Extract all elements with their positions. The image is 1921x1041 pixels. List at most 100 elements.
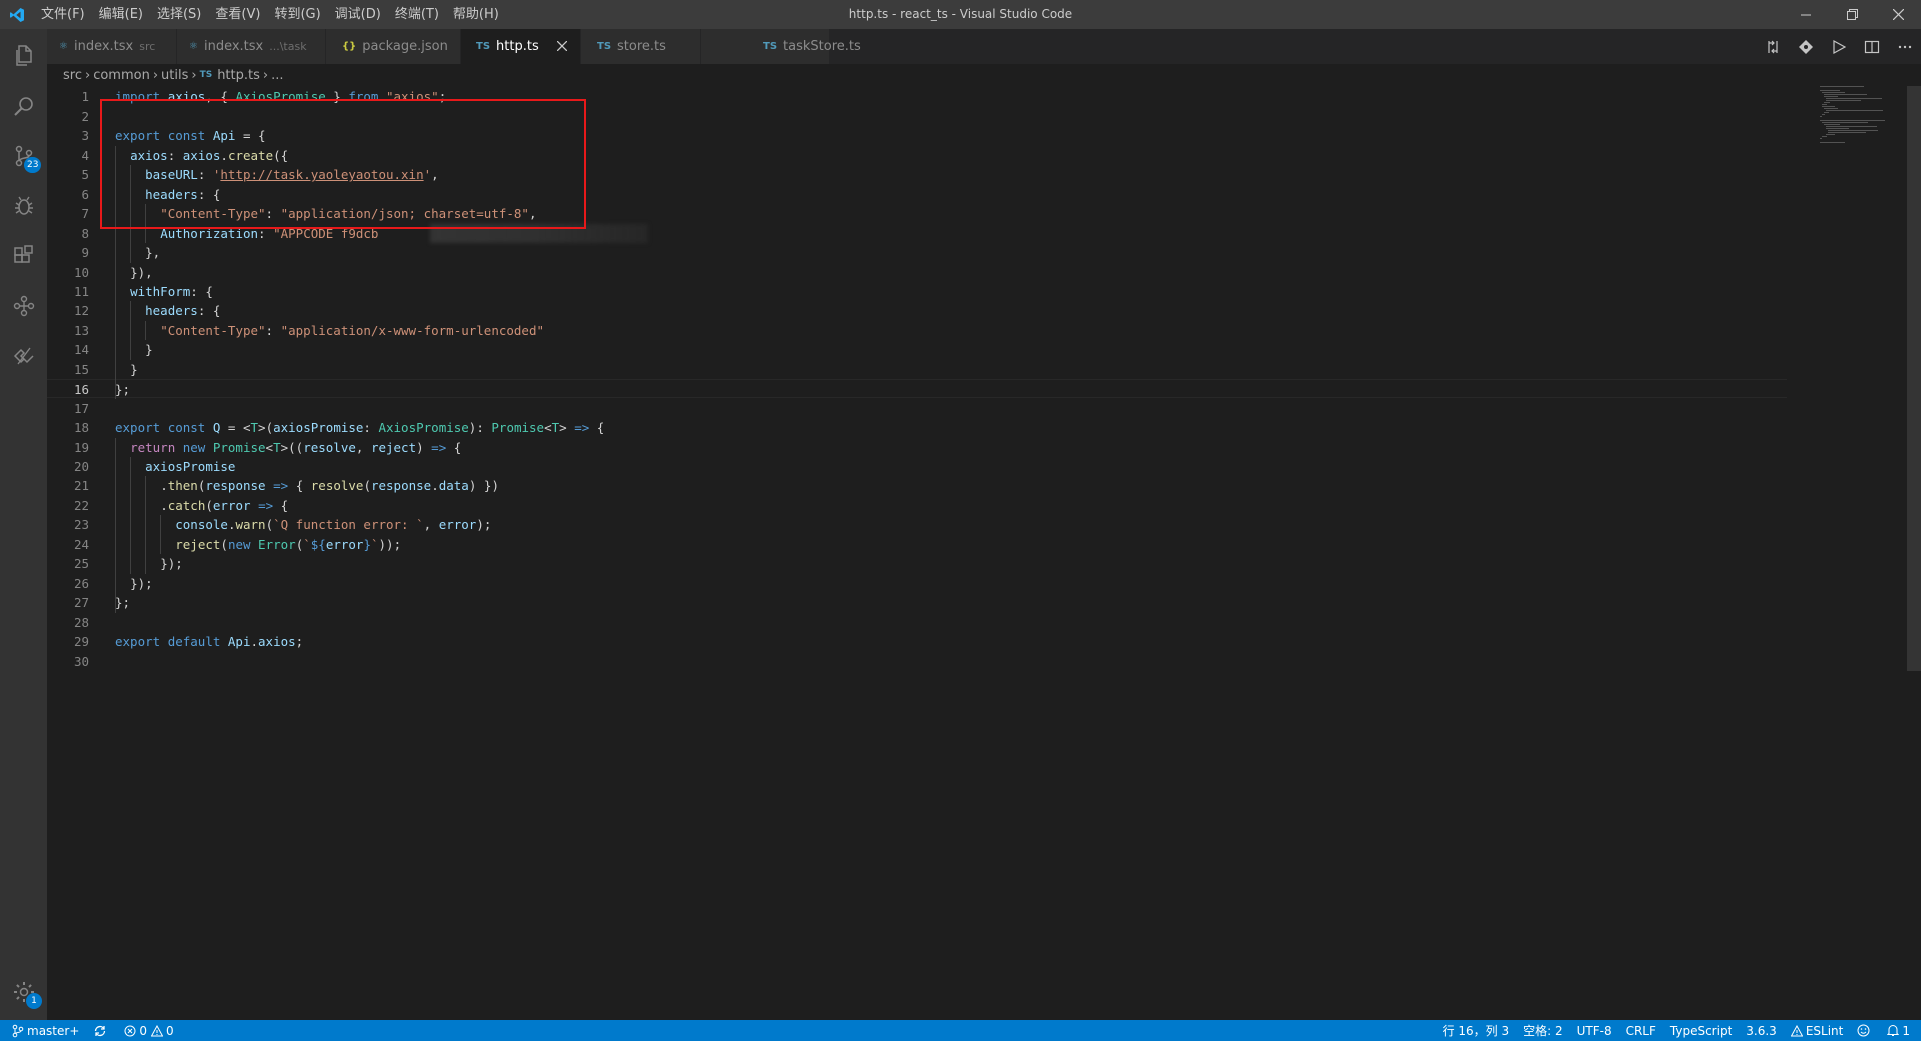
tab-store-ts[interactable]: TS store.ts: [581, 29, 701, 64]
search-button[interactable]: [0, 81, 47, 131]
code-line[interactable]: 19 return new Promise<T>((resolve, rejec…: [47, 438, 1787, 457]
minimap-line: [1820, 90, 1840, 91]
code-line[interactable]: 30: [47, 652, 1787, 671]
explorer-button[interactable]: [0, 31, 47, 81]
line-number: 12: [73, 303, 89, 319]
run-button[interactable]: [1822, 29, 1855, 64]
minimap-line: [1826, 126, 1877, 127]
code-line[interactable]: 21 .then(response => { resolve(response.…: [47, 476, 1787, 495]
ts-icon: TS: [476, 41, 491, 52]
line-code: console.warn(`Q function error: `, error…: [175, 517, 492, 533]
code-line[interactable]: 28: [47, 613, 1787, 632]
code-line[interactable]: 13 "Content-Type": "application/x-www-fo…: [47, 321, 1787, 340]
code-editor[interactable]: 1 import axios, { AxiosPromise } from "ax…: [47, 86, 1907, 1020]
menu-selection[interactable]: 选择(S): [150, 0, 208, 29]
tab-label: http.ts: [496, 39, 539, 54]
more-actions-button[interactable]: [1888, 29, 1921, 64]
line-number: 27: [73, 595, 89, 611]
code-line[interactable]: 26 });: [47, 574, 1787, 593]
tab-package-json[interactable]: {} package.json: [326, 29, 461, 64]
menu-view[interactable]: 查看(V): [208, 0, 267, 29]
breadcrumb-item-utils[interactable]: utils: [161, 68, 188, 83]
close-tab-button[interactable]: [554, 38, 570, 54]
minimap-line: [1822, 92, 1845, 93]
chevron-right-icon: ›: [84, 67, 91, 83]
live-share-button[interactable]: [0, 331, 47, 381]
branch-status[interactable]: master+: [10, 1020, 86, 1041]
tab-label: index.tsx: [73, 39, 134, 54]
line-number: 4: [81, 147, 89, 163]
notifications-button[interactable]: 1: [1880, 1020, 1917, 1041]
code-line[interactable]: 11 withForm: {: [47, 282, 1787, 301]
indentation[interactable]: 空格: 2: [1516, 1020, 1570, 1041]
restore-icon: [1846, 9, 1858, 20]
minimap[interactable]: [1820, 86, 1920, 156]
menu-help[interactable]: 帮助(H): [446, 0, 506, 29]
menu-edit[interactable]: 编辑(E): [92, 0, 150, 29]
end-of-line[interactable]: CRLF: [1619, 1020, 1663, 1041]
code-line[interactable]: 23 console.warn(`Q function error: `, er…: [47, 515, 1787, 534]
eslint-status[interactable]: ESLint: [1784, 1020, 1851, 1041]
line-number: 17: [73, 400, 89, 416]
menu-go[interactable]: 转到(G): [267, 0, 327, 29]
code-line[interactable]: 17: [47, 399, 1787, 418]
code-line[interactable]: 29 export default Api.axios;: [47, 632, 1787, 651]
warning-icon: [1790, 1024, 1803, 1036]
remote-explorer-button[interactable]: [0, 281, 47, 331]
minimap-line: [1822, 122, 1868, 123]
menu-bar: 文件(F) 编辑(E) 选择(S) 查看(V) 转到(G) 调试(D) 终端(T…: [34, 0, 506, 29]
manage-button[interactable]: 1: [0, 967, 47, 1017]
tab-http-ts[interactable]: TS http.ts: [461, 29, 581, 64]
split-editor-button[interactable]: [1855, 29, 1888, 64]
restore-button[interactable]: [1829, 0, 1875, 29]
tab-taskstore-ts[interactable]: TS taskStore.ts: [701, 29, 861, 64]
chevron-right-icon: ›: [262, 67, 269, 83]
feedback-button[interactable]: [1850, 1020, 1880, 1041]
line-number: 23: [73, 517, 89, 533]
typescript-version[interactable]: 3.6.3: [1739, 1020, 1784, 1041]
breadcrumb-item-file[interactable]: http.ts: [217, 68, 260, 83]
split-editor-icon: [1864, 40, 1879, 53]
breadcrumb-item-symbols[interactable]: ...: [271, 68, 283, 83]
code-line[interactable]: 16};: [47, 379, 1787, 399]
menu-terminal[interactable]: 终端(T): [388, 0, 446, 29]
code-line[interactable]: 20 axiosPromise: [47, 457, 1787, 476]
sync-button[interactable]: [86, 1020, 117, 1041]
code-line[interactable]: 9 },: [47, 243, 1787, 262]
code-line[interactable]: 14 }: [47, 340, 1787, 359]
code-line[interactable]: 15 }: [47, 360, 1787, 379]
language-mode[interactable]: TypeScript: [1663, 1020, 1739, 1041]
settings-badge: 1: [26, 993, 42, 1009]
code-line[interactable]: 25 });: [47, 554, 1787, 573]
extensions-button[interactable]: [0, 231, 47, 281]
debug-button[interactable]: [0, 181, 47, 231]
code-line[interactable]: 27};: [47, 593, 1787, 612]
open-changes-button[interactable]: [1756, 29, 1789, 64]
line-code: }: [145, 342, 153, 358]
menu-debug[interactable]: 调试(D): [328, 0, 388, 29]
breadcrumb-item-common[interactable]: common: [93, 68, 150, 83]
code-line[interactable]: 18 export const Q = <T>(axiosPromise: Axi…: [47, 418, 1787, 437]
menu-file[interactable]: 文件(F): [34, 0, 92, 29]
vscode-logo-icon[interactable]: [0, 0, 34, 29]
close-window-button[interactable]: [1875, 0, 1921, 29]
tab-index-tsx-task[interactable]: ⚛ index.tsx ...\task: [177, 29, 326, 64]
scrollbar-thumb[interactable]: [1907, 86, 1921, 671]
minimap-line: [1828, 130, 1878, 131]
vertical-scrollbar[interactable]: [1907, 86, 1921, 1020]
code-line[interactable]: 10 }),: [47, 263, 1787, 282]
code-line[interactable]: 24 reject(new Error(`${error}`));: [47, 535, 1787, 554]
minimap-line: [1828, 132, 1866, 133]
files-icon: [15, 45, 32, 66]
git-lens-button[interactable]: [1789, 29, 1822, 64]
encoding[interactable]: UTF-8: [1570, 1020, 1619, 1041]
breadcrumb-item-src[interactable]: src: [63, 68, 82, 83]
tab-index-tsx-src[interactable]: ⚛ index.tsx src: [47, 29, 177, 64]
code-line[interactable]: 22 .catch(error => {: [47, 496, 1787, 515]
minimap-line: [1824, 96, 1838, 97]
code-line[interactable]: 12 headers: {: [47, 301, 1787, 320]
cursor-position[interactable]: 行 16，列 3: [1436, 1020, 1517, 1041]
minimize-button[interactable]: [1783, 0, 1829, 29]
problems-status[interactable]: 0 0: [117, 1020, 180, 1041]
source-control-button[interactable]: 23: [0, 131, 47, 181]
